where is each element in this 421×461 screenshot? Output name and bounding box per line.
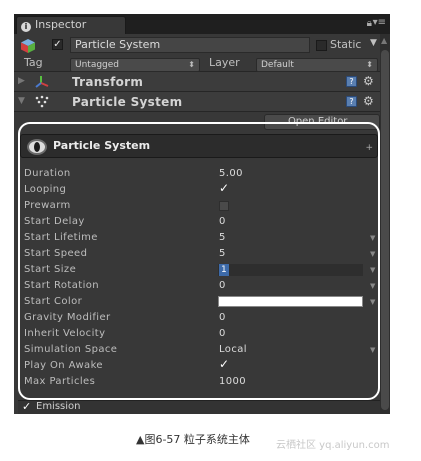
static-checkbox[interactable] — [316, 40, 327, 51]
property-label: Simulation Space — [24, 344, 118, 355]
property-label: Start Speed — [24, 248, 88, 259]
gameobject-header: ✓ Particle System Static ▼ Tag Untagged … — [14, 34, 380, 72]
active-checkbox[interactable]: ✓ — [52, 39, 63, 50]
module-highlight-frame — [18, 122, 380, 400]
module-title: Particle System — [53, 139, 151, 152]
start-size-field[interactable]: 1 — [218, 264, 363, 276]
layer-value: Default — [261, 60, 294, 70]
help-icon[interactable]: ? — [346, 76, 357, 87]
figure-caption: ▲图6-57 粒子系统主体 — [136, 433, 250, 446]
help-icon[interactable]: ? — [346, 96, 357, 107]
particle-module-icon — [27, 139, 47, 155]
play-on-awake-checkbox[interactable]: ✓ — [219, 357, 229, 371]
curve-dropdown-icon[interactable]: ▼ — [370, 282, 375, 290]
layer-dropdown[interactable]: Default ⬍ — [256, 58, 378, 72]
start-delay-field[interactable]: 0 — [219, 216, 226, 227]
inspector-tab[interactable]: i Inspector — [16, 16, 126, 34]
start-color-swatch[interactable] — [218, 296, 363, 307]
simulation-space-dropdown[interactable]: Local — [219, 344, 247, 355]
watermark: 云栖社区 yq.aliyun.com — [276, 440, 390, 451]
start-rotation-field[interactable]: 0 — [219, 280, 226, 291]
property-label: Gravity Modifier — [24, 312, 111, 323]
prewarm-checkbox[interactable] — [219, 201, 229, 211]
static-dropdown-icon[interactable]: ▼ — [370, 38, 377, 48]
duration-field[interactable]: 5.00 — [219, 168, 243, 179]
curve-dropdown-icon[interactable]: ▼ — [370, 250, 375, 258]
gameobject-cube-icon — [21, 39, 35, 53]
dropdown-arrow-icon[interactable]: ▼ — [370, 346, 375, 354]
tag-value: Untagged — [75, 60, 120, 70]
transform-title: Transform — [72, 75, 144, 89]
property-label: Start Delay — [24, 216, 85, 227]
particle-module-header[interactable]: Particle System + — [20, 134, 378, 158]
property-label: Max Particles — [24, 376, 96, 387]
layer-dropdown-arrow-icon: ⬍ — [366, 60, 373, 69]
property-label: Inherit Velocity — [24, 328, 106, 339]
gameobject-name-field[interactable]: Particle System — [70, 37, 310, 53]
particle-system-title: Particle System — [72, 95, 183, 109]
property-label: Start Lifetime — [24, 232, 98, 243]
particle-component-header[interactable]: ▼ Particle System ? ⚙ — [14, 92, 380, 112]
property-label: Prewarm — [24, 200, 71, 211]
foldout-collapsed-icon[interactable]: ▶ — [18, 76, 25, 86]
curve-dropdown-icon[interactable]: ▼ — [370, 266, 375, 274]
start-speed-field[interactable]: 5 — [219, 248, 226, 259]
tag-dropdown-arrow-icon: ⬍ — [188, 60, 195, 69]
property-label: Start Rotation — [24, 280, 100, 291]
gravity-modifier-field[interactable]: 0 — [219, 312, 226, 323]
layer-label: Layer — [209, 56, 240, 69]
tag-dropdown[interactable]: Untagged ⬍ — [70, 58, 200, 72]
property-label: Play On Awake — [24, 360, 103, 371]
color-dropdown-icon[interactable]: ▼ — [370, 298, 375, 306]
tag-label: Tag — [24, 56, 43, 69]
lock-icon[interactable]: 🔒︎ — [367, 18, 372, 29]
emission-label: Emission — [36, 401, 81, 412]
vertical-scrollbar[interactable]: ▲ — [380, 34, 390, 414]
scroll-up-icon[interactable]: ▲ — [381, 36, 387, 45]
transform-axes-icon — [35, 76, 49, 88]
scroll-thumb[interactable] — [381, 50, 389, 410]
add-module-icon[interactable]: + — [365, 143, 373, 153]
tab-bar: i Inspector 🔒︎ ▾≡ — [14, 14, 390, 34]
emission-module-header[interactable]: ✓ Emission — [18, 400, 380, 414]
start-size-value: 1 — [219, 264, 229, 276]
static-label: Static — [330, 38, 362, 51]
looping-checkbox[interactable]: ✓ — [219, 181, 229, 195]
tab-label: Inspector — [35, 18, 87, 31]
info-icon: i — [21, 22, 31, 32]
transform-component-header[interactable]: ▶ Transform ? ⚙ — [14, 72, 380, 92]
gear-icon[interactable]: ⚙ — [363, 94, 374, 108]
curve-dropdown-icon[interactable]: ▼ — [370, 234, 375, 242]
gear-icon[interactable]: ⚙ — [363, 74, 374, 88]
inspector-window: i Inspector 🔒︎ ▾≡ ▲ ✓ Particle System Sta… — [14, 14, 390, 414]
property-label: Start Size — [24, 264, 77, 275]
property-label: Start Color — [24, 296, 83, 307]
inherit-velocity-field[interactable]: 0 — [219, 328, 226, 339]
max-particles-field[interactable]: 1000 — [219, 376, 246, 387]
property-label: Looping — [24, 184, 67, 195]
emission-checkbox[interactable]: ✓ — [22, 400, 31, 413]
menu-icon[interactable]: ▾≡ — [373, 17, 386, 28]
property-label: Duration — [24, 168, 71, 179]
foldout-expanded-icon[interactable]: ▼ — [18, 96, 25, 106]
particle-system-icon — [35, 95, 49, 108]
start-lifetime-field[interactable]: 5 — [219, 232, 226, 243]
